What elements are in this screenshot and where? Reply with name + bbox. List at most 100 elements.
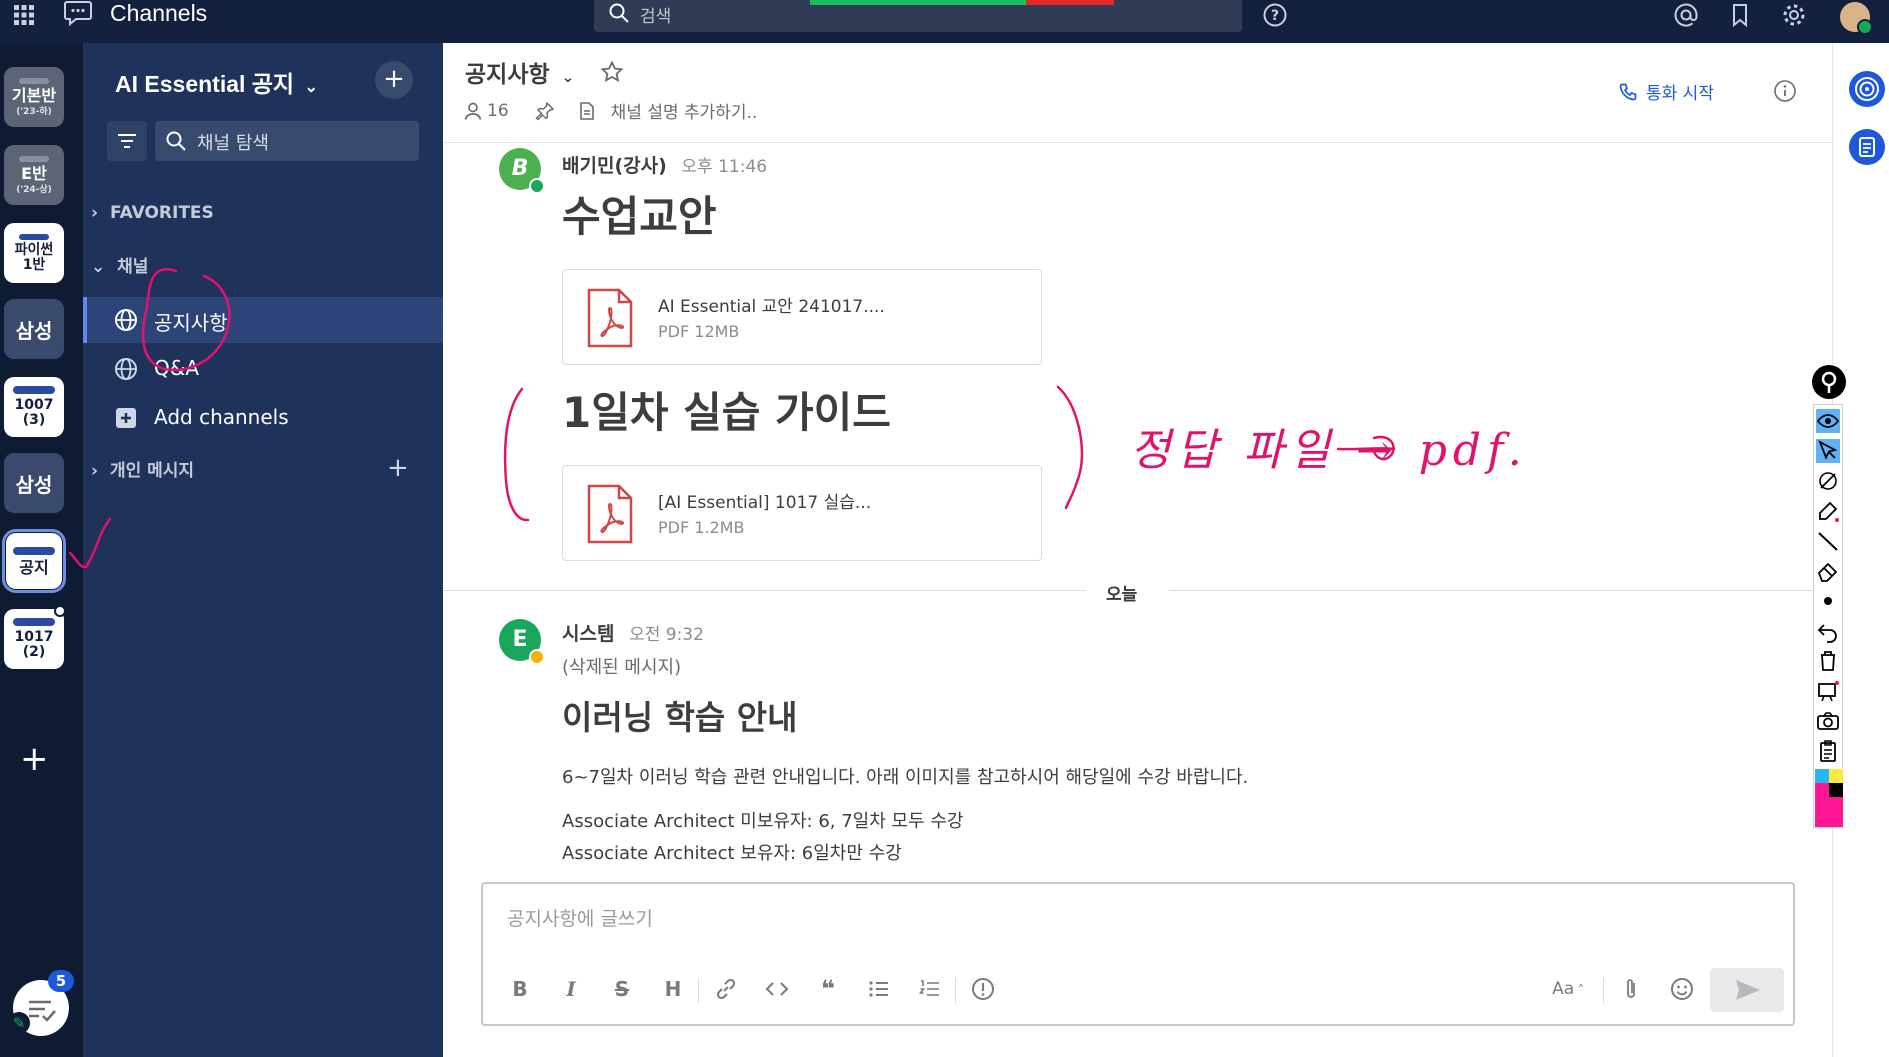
favorite-star-icon[interactable] (600, 60, 624, 84)
team-item-active[interactable]: 공지 (2, 529, 66, 593)
mentions-icon[interactable] (1673, 2, 1699, 28)
italic-button[interactable]: I (558, 976, 584, 1002)
post-author[interactable]: 시스템 오전 9:32 (562, 619, 704, 646)
clipboard-icon[interactable] (1816, 739, 1840, 763)
add-button[interactable]: + (375, 61, 413, 99)
author-name[interactable]: 시스템 (562, 623, 614, 645)
settings-gear-icon[interactable] (1781, 2, 1807, 28)
app-bar-item[interactable] (1849, 71, 1885, 107)
channel-sidebar: AI Essential 공지 ⌄ + 채널 탐색 › FAVORITES ⌄ … (83, 43, 443, 1057)
edit-status-icon[interactable]: ✎ (8, 1012, 30, 1034)
author-name[interactable]: 배기민(강사) (562, 155, 667, 177)
attachment-icon[interactable] (1618, 976, 1644, 1002)
team-item[interactable]: E반 ('24-상) (4, 145, 64, 205)
emoji-icon[interactable] (1669, 976, 1695, 1002)
bold-button[interactable]: B (507, 976, 533, 1002)
dot-size-icon[interactable] (1816, 589, 1840, 613)
add-dm-button[interactable]: + (387, 453, 409, 483)
direct-messages-section[interactable]: › 개인 메시지 (91, 456, 194, 481)
sidebar-item-notices[interactable]: 공지사항 (83, 297, 443, 343)
undo-icon[interactable] (1816, 619, 1840, 643)
team-sublabel: 1반 (22, 256, 46, 273)
channel-meta: 16 채널 설명 추가하기.. (463, 98, 757, 123)
pen-icon[interactable] (1816, 499, 1840, 523)
member-count[interactable]: 16 (487, 101, 509, 121)
team-item[interactable]: 파이썬 1반 (4, 223, 64, 283)
clipboard-icon (1859, 137, 1875, 157)
message-composer[interactable]: 공지사항에 글쓰기 B I S H ❝ Aa ˄ (481, 882, 1795, 1026)
user-avatar[interactable] (1840, 2, 1873, 35)
numbered-list-icon[interactable] (917, 976, 943, 1002)
trash-icon[interactable] (1816, 649, 1840, 673)
saved-items-icon[interactable] (1727, 2, 1753, 28)
app-bar-item[interactable] (1849, 129, 1885, 165)
format-toggle-button[interactable]: Aa ˄ (1543, 976, 1593, 1002)
current-color-swatch[interactable] (1815, 797, 1843, 827)
team-item[interactable]: 삼성 (4, 453, 64, 513)
add-channels-button[interactable]: Add channels (83, 395, 443, 441)
color-swatch-yellow[interactable] (1829, 769, 1843, 783)
heading-button[interactable]: H (660, 976, 686, 1002)
info-icon[interactable] (1773, 79, 1797, 103)
deleted-message-note: (삭제된 메시지) (562, 657, 682, 678)
eraser-icon[interactable] (1816, 559, 1840, 583)
channel-description-link[interactable]: 채널 설명 추가하기.. (611, 98, 758, 123)
link-icon[interactable] (713, 976, 739, 1002)
color-swatch-black[interactable] (1829, 783, 1843, 797)
product-menu-icon[interactable] (12, 3, 36, 27)
channel-search-input[interactable]: 채널 탐색 (155, 121, 419, 161)
team-item[interactable]: 1007 (3) (4, 377, 64, 437)
team-item[interactable]: 기본반 ('23-하) (4, 67, 64, 127)
bullet-list-icon[interactable] (866, 976, 892, 1002)
chevron-down-icon: ⌄ (561, 68, 575, 86)
team-label: 공지 (19, 557, 49, 577)
pin-icon[interactable] (535, 100, 555, 121)
strikethrough-button[interactable]: S (609, 976, 635, 1002)
channel-name-menu[interactable]: 공지사항 ⌄ (465, 55, 574, 89)
quote-button[interactable]: ❝ (815, 976, 841, 1002)
channels-section[interactable]: ⌄ 채널 (91, 252, 148, 277)
file-attachment[interactable]: [AI Essential] 1017 실습... PDF 1.2MB (562, 465, 1042, 561)
filter-button[interactable] (107, 121, 147, 161)
file-name[interactable]: AI Essential 교안 241017.... (658, 292, 885, 317)
team-name-menu[interactable]: AI Essential 공지 ⌄ (115, 65, 318, 99)
file-attachment[interactable]: AI Essential 교안 241017.... PDF 12MB (562, 269, 1042, 365)
team-item[interactable]: 1017 (2) (4, 609, 64, 669)
message-list[interactable]: B 배기민(강사) 오후 11:46 수업교안 AI Essential 교안 … (443, 143, 1832, 875)
file-name[interactable]: [AI Essential] 1017 실습... (658, 488, 871, 513)
section-label: 채널 (117, 257, 149, 277)
cursor-arrow-icon[interactable] (1816, 439, 1840, 463)
eye-icon[interactable] (1816, 409, 1840, 433)
color-swatch-cyan[interactable] (1815, 769, 1829, 783)
board-icon[interactable] (1816, 679, 1840, 703)
add-team-button[interactable]: + (20, 742, 49, 776)
post-author[interactable]: 배기민(강사) 오후 11:46 (562, 151, 767, 178)
sidebar-item-qna[interactable]: Q&A (83, 346, 443, 392)
file-meta: PDF 1.2MB (658, 518, 745, 537)
help-icon[interactable]: ? (1262, 2, 1288, 28)
team-label: 기본반 (11, 85, 57, 105)
search-placeholder: 채널 탐색 (197, 133, 269, 154)
line-tool-icon[interactable] (1816, 529, 1840, 553)
scroll-fade (443, 863, 1832, 875)
send-button[interactable] (1710, 968, 1784, 1012)
search-icon (166, 131, 186, 151)
pin-icon (1821, 371, 1837, 393)
post-time[interactable]: 오후 11:46 (681, 157, 767, 177)
search-placeholder: 검색 (640, 7, 672, 27)
filter-icon (118, 134, 136, 148)
annotation-pin-button[interactable] (1812, 365, 1846, 399)
format-toggle-label: Aa (1552, 979, 1575, 999)
pdf-file-icon (587, 288, 633, 348)
color-swatch-pink[interactable] (1815, 783, 1829, 797)
pen-off-icon[interactable] (1816, 469, 1840, 493)
team-item[interactable]: 삼성 (4, 299, 64, 359)
member-icon[interactable] (463, 101, 483, 121)
priority-icon[interactable] (970, 976, 996, 1002)
camera-icon[interactable] (1816, 709, 1840, 733)
favorites-section[interactable]: › FAVORITES (91, 203, 214, 223)
start-call-button[interactable]: 통화 시작 (1618, 79, 1714, 104)
start-call-label: 통화 시작 (1646, 84, 1714, 104)
code-icon[interactable] (764, 976, 790, 1002)
post-time[interactable]: 오전 9:32 (629, 625, 704, 645)
